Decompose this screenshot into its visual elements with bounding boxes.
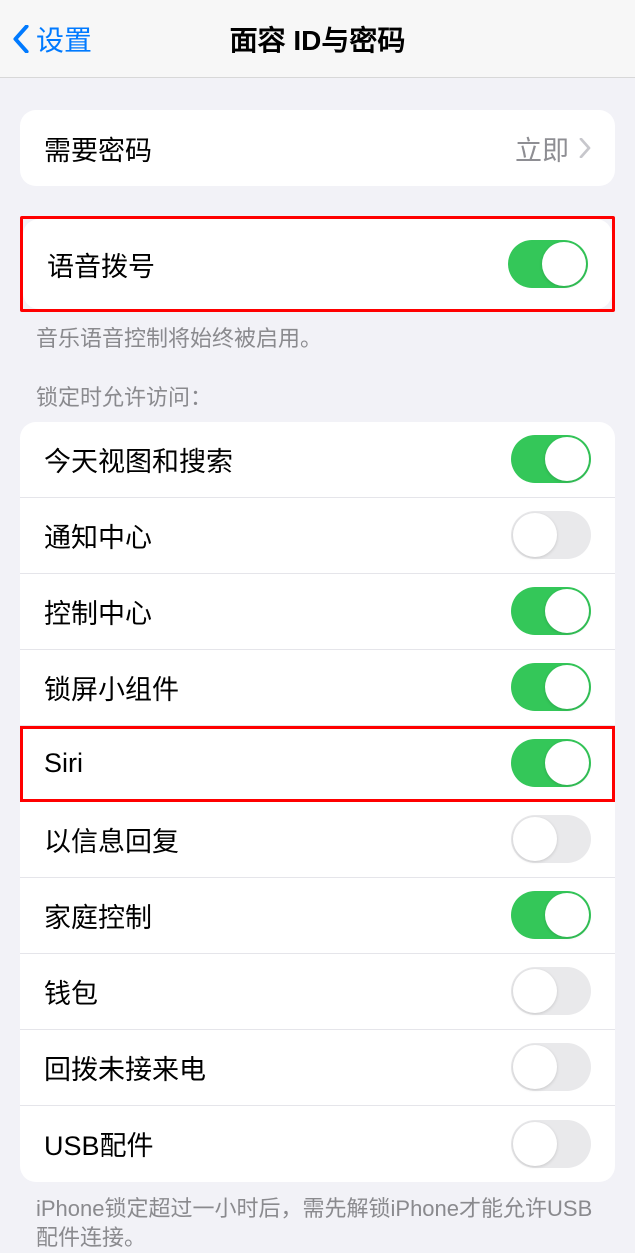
lockscreen-row: 通知中心 [20, 498, 615, 574]
row-right: 立即 [515, 129, 591, 168]
lockscreen-row: 钱包 [20, 954, 615, 1030]
toggle-knob [542, 242, 586, 286]
toggle-knob [513, 969, 557, 1013]
lockscreen-row: USB配件 [20, 1106, 615, 1182]
voice-dial-row: 语音拨号 [23, 219, 612, 309]
voice-dial-group: 语音拨号 [23, 219, 612, 309]
voice-dial-highlight: 语音拨号 [20, 216, 615, 312]
lockscreen-item-label: 今天视图和搜索 [44, 440, 233, 479]
chevron-right-icon [579, 138, 591, 158]
lockscreen-item-toggle[interactable] [511, 1043, 591, 1091]
lockscreen-item-label: 控制中心 [44, 592, 152, 631]
lockscreen-section-header: 锁定时允许访问： [0, 354, 635, 422]
lockscreen-item-toggle[interactable] [511, 967, 591, 1015]
back-label: 设置 [36, 19, 92, 59]
toggle-knob [545, 589, 589, 633]
passcode-group: 需要密码 立即 [20, 110, 615, 186]
lockscreen-row: 今天视图和搜索 [20, 422, 615, 498]
header: 设置 面容 ID与密码 [0, 0, 635, 78]
lockscreen-row: 以信息回复 [20, 802, 615, 878]
toggle-knob [545, 741, 589, 785]
voice-dial-footer: 音乐语音控制将始终被启用。 [0, 312, 635, 354]
toggle-knob [545, 437, 589, 481]
lockscreen-item-label: USB配件 [44, 1124, 154, 1163]
lockscreen-item-label: 通知中心 [44, 516, 152, 555]
lockscreen-item-toggle[interactable] [511, 739, 591, 787]
require-passcode-label: 需要密码 [44, 129, 152, 168]
toggle-knob [545, 665, 589, 709]
require-passcode-row[interactable]: 需要密码 立即 [20, 110, 615, 186]
lockscreen-item-label: 钱包 [44, 972, 98, 1011]
content: 需要密码 立即 语音拨号 音乐语音控制将始终被启用。 锁定时允许访问： [0, 110, 635, 1253]
toggle-knob [513, 1045, 557, 1089]
lockscreen-item-toggle[interactable] [511, 891, 591, 939]
lockscreen-item-toggle[interactable] [511, 435, 591, 483]
toggle-knob [545, 893, 589, 937]
chevron-left-icon [12, 25, 30, 53]
lockscreen-row: 锁屏小组件 [20, 650, 615, 726]
lockscreen-item-label: 锁屏小组件 [44, 668, 179, 707]
lockscreen-item-toggle[interactable] [511, 511, 591, 559]
back-button[interactable]: 设置 [0, 19, 92, 59]
lockscreen-item-toggle[interactable] [511, 663, 591, 711]
toggle-knob [513, 1122, 557, 1166]
lockscreen-item-toggle[interactable] [511, 587, 591, 635]
lockscreen-item-label: Siri [44, 748, 83, 779]
voice-dial-label: 语音拨号 [47, 245, 155, 284]
voice-dial-toggle[interactable] [508, 240, 588, 288]
lockscreen-row: Siri [20, 726, 615, 802]
lockscreen-row: 家庭控制 [20, 878, 615, 954]
toggle-knob [513, 817, 557, 861]
lockscreen-item-label: 以信息回复 [44, 820, 179, 859]
require-passcode-value: 立即 [515, 129, 569, 168]
lockscreen-footer: iPhone锁定超过一小时后，需先解锁iPhone才能允许USB配件连接。 [0, 1182, 635, 1253]
lockscreen-item-label: 回拨未接来电 [44, 1048, 206, 1087]
lockscreen-group: 今天视图和搜索通知中心控制中心锁屏小组件 Siri 以信息回复家庭控制钱包回拨未接来… [20, 422, 615, 1182]
highlight-box: 语音拨号 [20, 216, 615, 312]
lockscreen-item-toggle[interactable] [511, 815, 591, 863]
lockscreen-item-label: 家庭控制 [44, 896, 152, 935]
lockscreen-row: 回拨未接来电 [20, 1030, 615, 1106]
toggle-knob [513, 513, 557, 557]
lockscreen-item-toggle[interactable] [511, 1120, 591, 1168]
lockscreen-row: 控制中心 [20, 574, 615, 650]
page-title: 面容 ID与密码 [0, 19, 635, 59]
